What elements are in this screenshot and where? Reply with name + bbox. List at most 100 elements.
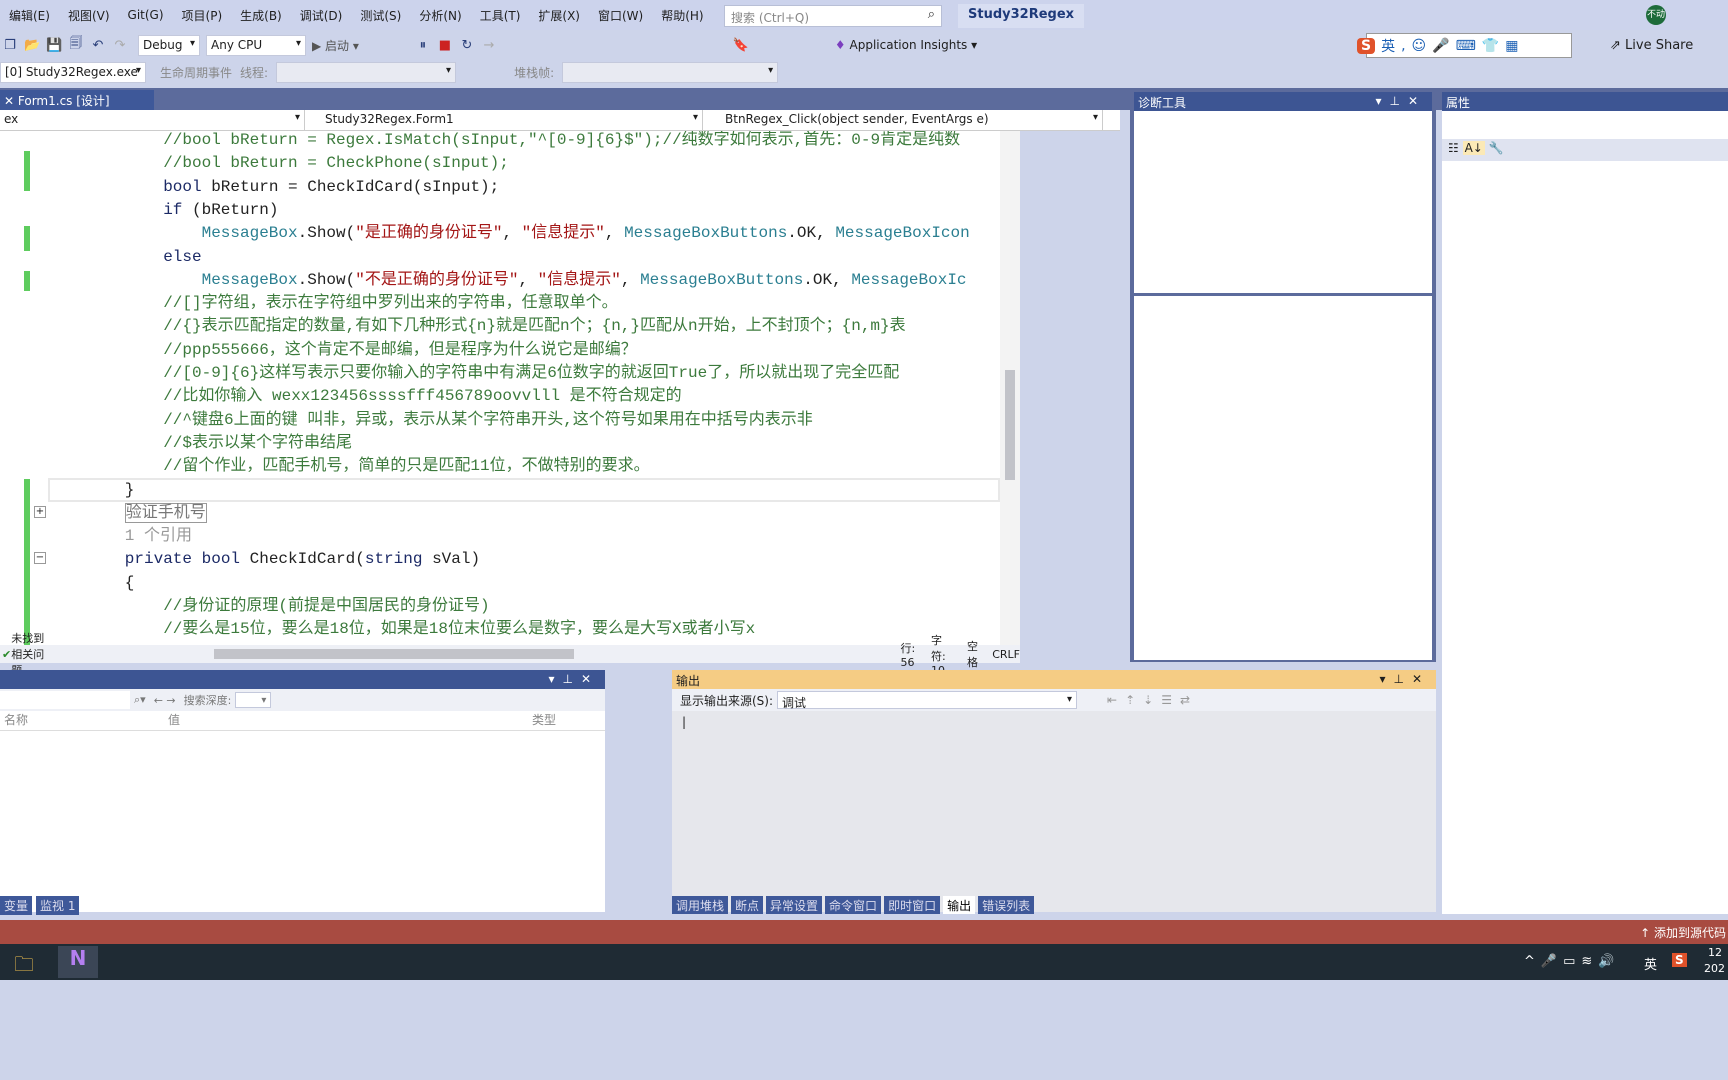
horizontal-scrollbar-thumb[interactable]: [214, 649, 574, 659]
menu-item[interactable]: 项目(P): [173, 7, 232, 24]
wrench-icon[interactable]: 🔧: [1489, 141, 1504, 155]
code-line[interactable]: else: [163, 246, 201, 269]
spacing-mode[interactable]: 空格: [967, 638, 978, 670]
menu-item[interactable]: 窗口(W): [589, 7, 652, 24]
class-dropdown[interactable]: Study32Regex.Form1: [305, 110, 703, 130]
code-line[interactable]: {: [125, 572, 135, 595]
panel-controls[interactable]: ▾⊥✕: [1379, 672, 1430, 686]
clock-date[interactable]: 202: [1704, 962, 1725, 975]
code-line[interactable]: //留个作业，匹配手机号，简单的只是匹配11位，不做特别的要求。: [163, 455, 649, 478]
clock-time[interactable]: 12: [1708, 946, 1722, 959]
code-line[interactable]: //bool bReturn = Regex.IsMatch(sInput,"^…: [163, 131, 960, 152]
tab-locals[interactable]: 变量: [0, 896, 33, 915]
code-line[interactable]: bool bReturn = CheckIdCard(sInput);: [163, 176, 499, 199]
code-line[interactable]: //[0-9]{6}这样写表示只要你输入的字符串中有满足6位数字的就返回True…: [163, 362, 899, 385]
ime-toolbar[interactable]: S 英, ☺ 🎤 ⌨ 👕 ▦: [1357, 33, 1572, 58]
system-tray-icons[interactable]: ^🎤▭≋🔊: [1524, 954, 1620, 969]
expand-icon[interactable]: +: [34, 505, 46, 518]
alphabetical-icon[interactable]: A↓: [1462, 141, 1485, 155]
sogou-tray-icon[interactable]: S: [1672, 953, 1687, 967]
code-line[interactable]: if (bReturn): [163, 199, 278, 222]
bottom-tab[interactable]: 即时窗口: [884, 896, 941, 914]
step-over-icon[interactable]: →: [481, 38, 497, 53]
code-line[interactable]: //bool bReturn = CheckPhone(sInput);: [163, 152, 509, 175]
menu-item[interactable]: 工具(T): [471, 7, 530, 24]
platform-select[interactable]: Any CPU: [206, 34, 306, 56]
thread-select[interactable]: [276, 61, 457, 83]
panel-controls[interactable]: ▾⊥✕: [548, 672, 599, 686]
code-line[interactable]: }: [125, 479, 135, 502]
member-dropdown[interactable]: BtnRegex_Click(object sender, EventArgs …: [703, 110, 1103, 130]
menu-item[interactable]: 生成(B): [231, 7, 291, 24]
scrollbar-thumb[interactable]: [1005, 370, 1015, 480]
search-icon[interactable]: ⌕▾: [134, 693, 146, 707]
code-line[interactable]: //[]字符组，表示在字符组中罗列出来的字符串，任意取单个。: [163, 292, 617, 315]
back-forward-icon[interactable]: ← →: [154, 694, 176, 707]
new-project-icon[interactable]: ❐: [2, 38, 18, 53]
output-tool-icons[interactable]: ⇤⇡⇣☰⇄: [1107, 693, 1198, 707]
search-input[interactable]: 搜索 (Ctrl+Q) ⌕: [724, 5, 942, 27]
stack-frame-select[interactable]: [562, 61, 779, 83]
save-all-icon[interactable]: 🗐: [68, 34, 84, 56]
pause-icon[interactable]: ⏸: [415, 38, 431, 53]
code-editor[interactable]: //bool bReturn = Regex.IsMatch(sInput,"^…: [0, 131, 1000, 645]
output-source-select[interactable]: 调试: [777, 691, 1078, 710]
restart-icon[interactable]: ↻: [459, 38, 475, 53]
menu-item[interactable]: 测试(S): [351, 7, 410, 24]
app-insights-button[interactable]: ♦ Application Insights ▾: [835, 38, 977, 52]
process-select[interactable]: [0] Study32Regex.exe: [0, 61, 146, 83]
file-explorer-icon[interactable]: 🗀: [14, 950, 34, 984]
tab-watch1[interactable]: 监视 1: [36, 896, 80, 915]
bookmark-icon[interactable]: 🔖: [733, 38, 749, 53]
menu-item[interactable]: 视图(V): [59, 7, 119, 24]
project-dropdown[interactable]: ex: [0, 110, 305, 130]
menu-item[interactable]: 扩展(X): [529, 7, 589, 24]
undo-icon[interactable]: ↶: [90, 38, 106, 53]
add-source-control[interactable]: ↑ 添加到源代码: [1640, 924, 1726, 941]
redo-icon[interactable]: ↷: [112, 38, 128, 53]
tray-ime[interactable]: 英: [1644, 954, 1657, 973]
panel-controls[interactable]: ▾⊥✕: [1375, 94, 1426, 108]
lifecycle-events[interactable]: 生命周期事件: [160, 64, 232, 81]
tab-form1-design[interactable]: ✕ Form1.cs [设计]: [0, 90, 154, 110]
code-line[interactable]: 验证手机号: [124, 502, 207, 525]
search-depth-select[interactable]: [235, 692, 272, 708]
code-line[interactable]: //身份证的原理(前提是中国居民的身份证号): [163, 595, 489, 618]
code-line[interactable]: MessageBox.Show("不是正确的身份证号", "信息提示", Mes…: [202, 269, 967, 292]
column-type[interactable]: 类型: [532, 711, 556, 730]
visual-studio-icon[interactable]: N: [58, 946, 98, 978]
code-line[interactable]: //要么是15位，要么是18位，如果是18位末位要么是数字，要么是大写X或者小写…: [163, 618, 755, 641]
code-line[interactable]: private bool CheckIdCard(string sVal): [125, 548, 480, 571]
stop-icon[interactable]: ■: [437, 38, 453, 53]
start-button[interactable]: ▶ 启动 ▾: [312, 37, 359, 54]
bottom-tab[interactable]: 输出: [943, 896, 976, 914]
bottom-tab[interactable]: 调用堆栈: [672, 896, 729, 914]
code-line[interactable]: //^键盘6上面的键 叫非，异或，表示从某个字符串开头,这个符号如果用在中括号内…: [163, 409, 813, 432]
live-share-button[interactable]: ⇗ Live Share: [1610, 38, 1693, 53]
bottom-tab[interactable]: 异常设置: [766, 896, 823, 914]
menu-item[interactable]: 分析(N): [410, 7, 470, 24]
menu-item[interactable]: 编辑(E): [0, 7, 59, 24]
locals-search-input[interactable]: [0, 691, 130, 709]
column-value[interactable]: 值: [168, 711, 532, 730]
save-icon[interactable]: 💾: [46, 38, 62, 53]
code-line[interactable]: //比如你输入 wexx123456ssssfff456789oovvlll 是…: [163, 385, 681, 408]
menu-item[interactable]: Git(G): [119, 8, 173, 22]
code-line[interactable]: //$表示以某个字符串结尾: [163, 432, 352, 455]
output-text-area[interactable]: |: [672, 711, 1436, 881]
avatar[interactable]: 不动: [1646, 5, 1666, 25]
code-line[interactable]: //ppp555666，这个肯定不是邮编，但是程序为什么说它是邮编？: [163, 339, 637, 362]
code-line[interactable]: MessageBox.Show("是正确的身份证号", "信息提示", Mess…: [202, 222, 970, 245]
column-name[interactable]: 名称: [0, 711, 168, 730]
bottom-tab[interactable]: 错误列表: [978, 896, 1035, 914]
collapse-icon[interactable]: −: [34, 552, 46, 565]
line-ending[interactable]: CRLF: [992, 648, 1020, 661]
open-icon[interactable]: 📂: [24, 38, 40, 53]
code-line[interactable]: //{}表示匹配指定的数量,有如下几种形式{n}就是匹配n个；{n,}匹配从n开…: [163, 315, 905, 338]
config-select[interactable]: Debug: [138, 34, 200, 56]
code-line[interactable]: 1 个引用: [125, 525, 192, 548]
categorized-icon[interactable]: ☷: [1448, 141, 1459, 155]
menu-item[interactable]: 帮助(H): [652, 7, 712, 24]
close-icon[interactable]: ✕: [4, 94, 14, 108]
bottom-tab[interactable]: 断点: [731, 896, 764, 914]
